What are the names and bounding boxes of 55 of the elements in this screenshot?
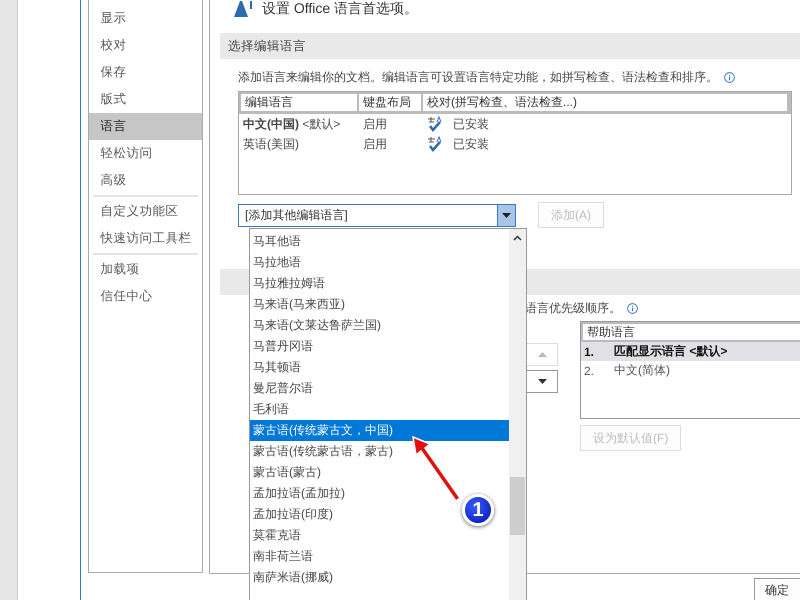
- scrollbar[interactable]: [509, 229, 526, 600]
- sidebar-item[interactable]: 信任中心: [89, 283, 202, 310]
- column-header[interactable]: 帮助语言: [581, 322, 800, 342]
- sidebar-item[interactable]: 自定义功能区: [89, 198, 202, 225]
- dropdown-option[interactable]: 蒙古语(传统蒙古语，蒙古): [250, 441, 393, 462]
- keyboard-cell: 启用: [363, 136, 387, 152]
- sidebar-item[interactable]: 版式: [89, 86, 202, 113]
- language-icon: [232, 1, 254, 17]
- sidebar-item[interactable]: 显示: [89, 5, 202, 32]
- sidebar-item[interactable]: 保存: [89, 59, 202, 86]
- section-title: 选择编辑语言: [228, 38, 306, 54]
- language-combo[interactable]: [添加其他编辑语言]: [238, 204, 516, 226]
- language-cell: 中文(中国) <默认>: [243, 116, 340, 132]
- proofing-cell: 已安装: [453, 116, 489, 132]
- dropdown-option[interactable]: 孟加拉语(印度): [250, 504, 333, 525]
- dropdown-option[interactable]: 马其顿语: [250, 357, 301, 378]
- dropdown-option[interactable]: 曼尼普尔语: [250, 378, 313, 399]
- dropdown-option[interactable]: 马普丹冈语: [250, 336, 313, 357]
- move-down-button[interactable]: [526, 370, 558, 393]
- dropdown-option[interactable]: 孟加拉语(孟加拉): [250, 483, 345, 504]
- language-cell: 英语(美国): [243, 136, 299, 152]
- info-icon: [627, 302, 638, 314]
- dropdown-option[interactable]: 马来语(文莱达鲁萨兰国): [250, 315, 381, 336]
- down-arrow-icon: [538, 379, 546, 384]
- dropdown-option[interactable]: 马来语(马来西亚): [250, 294, 345, 315]
- sidebar-item[interactable]: 轻松访问: [89, 140, 202, 167]
- caret-icon: [502, 212, 511, 218]
- page-title: 设置 Office 语言首选项。: [262, 0, 418, 18]
- keyboard-cell: 启用: [363, 116, 387, 132]
- sidebar-item[interactable]: 高级: [89, 167, 202, 194]
- scroll-thumb[interactable]: [510, 477, 525, 535]
- dropdown-option[interactable]: 马拉雅拉姆语: [250, 273, 325, 294]
- proofing-cell: 已安装: [453, 136, 489, 152]
- up-arrow-icon: [538, 352, 546, 357]
- dropdown-option[interactable]: 毛利语: [250, 399, 289, 420]
- dropdown-option[interactable]: 蒙古语(传统蒙古文，中国): [250, 420, 509, 441]
- dropdown-option[interactable]: 马耳他语: [250, 231, 301, 252]
- info-icon: [724, 72, 735, 83]
- dropdown-option[interactable]: 马拉地语: [250, 252, 301, 273]
- sidebar-item[interactable]: 加载项: [89, 256, 202, 283]
- dropdown-option[interactable]: 南萨米语(挪威): [250, 567, 333, 588]
- column-header[interactable]: 编辑语言: [241, 94, 359, 111]
- section-description: 添加语言来编辑你的文档。编辑语言可设置语言特定功能，如拼写检查、语法检查和排序。: [238, 69, 718, 86]
- help-language-row[interactable]: 1. 匹配显示语言 <默认>: [581, 342, 800, 361]
- column-header[interactable]: 键盘布局: [359, 94, 423, 111]
- scroll-up-icon[interactable]: [513, 235, 522, 241]
- sidebar-item[interactable]: 语言: [89, 113, 202, 140]
- help-language-row[interactable]: 2. 中文(简体): [581, 361, 800, 380]
- ok-button[interactable]: 确定: [754, 578, 800, 600]
- dropdown-option[interactable]: 莫霍克语: [250, 525, 301, 546]
- column-header[interactable]: 校对(拼写检查、语法检查...): [423, 94, 789, 111]
- dropdown-option[interactable]: 南非荷兰语: [250, 546, 313, 567]
- sidebar-item[interactable]: 校对: [89, 32, 202, 59]
- sidebar-item[interactable]: 快速访问工具栏: [89, 225, 202, 252]
- dropdown-option[interactable]: 蒙古语(蒙古): [250, 462, 321, 483]
